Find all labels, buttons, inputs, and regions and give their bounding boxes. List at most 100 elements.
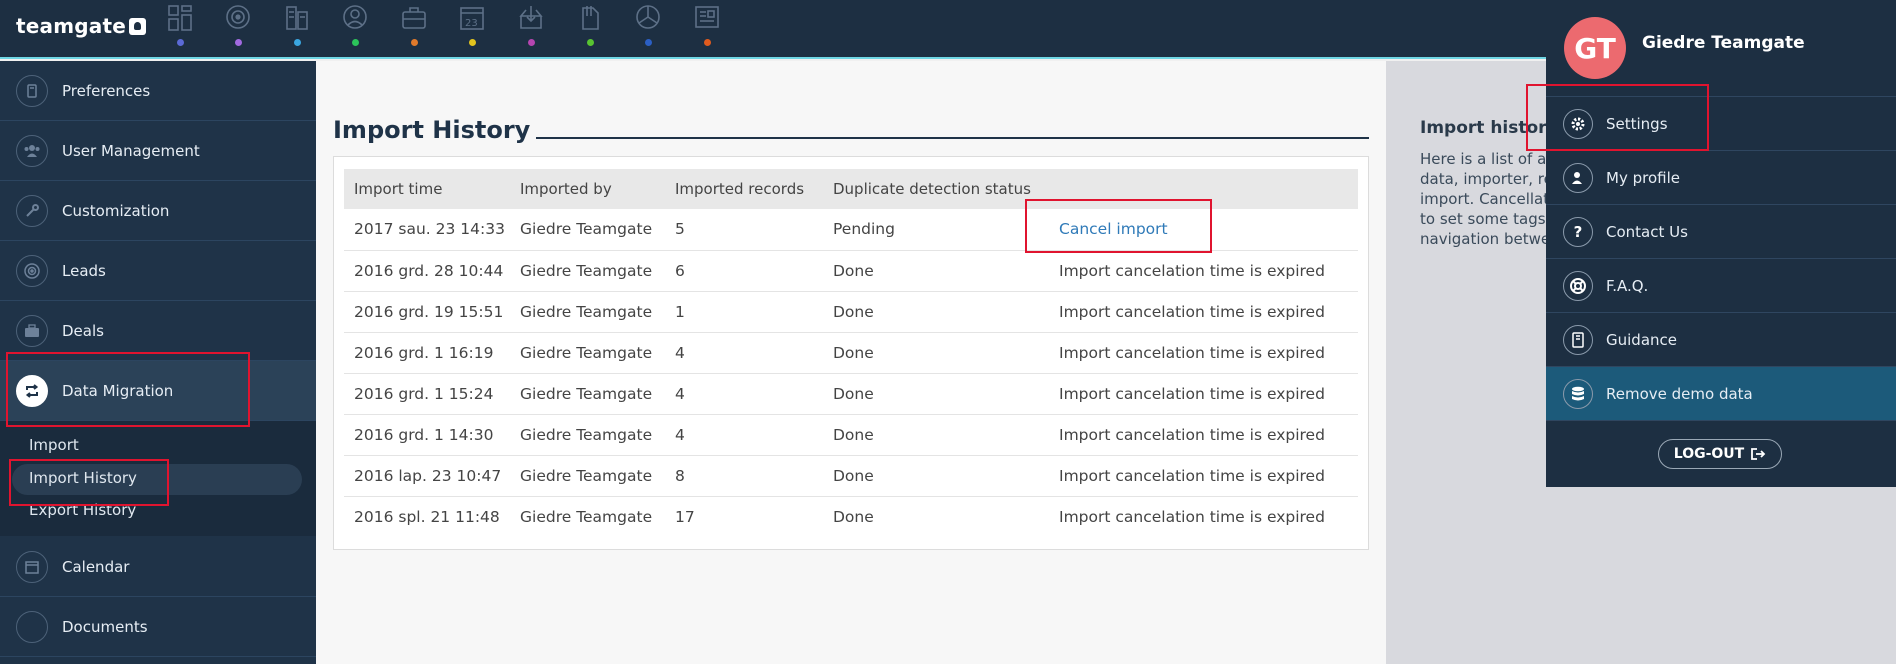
module-dot	[587, 39, 594, 46]
table-cell: Giedre Teamgate	[510, 209, 665, 251]
column-header: Imported records	[665, 169, 823, 209]
table-cell: 2016 grd. 1 14:30	[344, 414, 510, 456]
sidebar-item-label: Documents	[62, 617, 148, 636]
page-title: Import History	[333, 116, 537, 144]
table-row: 2016 grd. 28 10:44 Giedre Teamgate 6 Done Im…	[344, 250, 1358, 292]
target-icon	[16, 254, 48, 287]
sidebar-item-label: User Management	[62, 141, 200, 160]
book-icon	[1563, 324, 1593, 355]
menu-item-remove-demo-data[interactable]: Remove demo data	[1546, 366, 1896, 420]
newsfeed-icon[interactable]	[692, 4, 722, 46]
highlight-box-import-history	[9, 459, 169, 506]
companies-icon[interactable]	[282, 4, 312, 46]
table-cell: 4	[665, 373, 823, 415]
menu-item-contact-us[interactable]: ? Contact Us	[1546, 204, 1896, 258]
table-row: 2016 grd. 19 15:51 Giedre Teamgate 1 Done Im…	[344, 291, 1358, 333]
module-dot	[704, 39, 711, 46]
info-line: to set some tags t	[1420, 210, 1550, 228]
module-dot	[177, 39, 184, 46]
module-dot	[528, 39, 535, 46]
table-cell: Done	[823, 373, 1049, 415]
table-row: 2016 spl. 21 11:48 Giedre Teamgate 17 Done I…	[344, 496, 1358, 537]
import-history-card: Import time Imported by Imported records…	[333, 156, 1369, 550]
info-line: data, importer, re	[1420, 170, 1550, 188]
profile-icon	[1563, 162, 1593, 193]
main-content: Import History Import time Imported by I…	[316, 61, 1386, 664]
table-cell: 6	[665, 250, 823, 292]
table-cell: Import cancelation time is expired	[1049, 332, 1358, 374]
info-line: Here is a list of al	[1420, 150, 1550, 168]
table-cell: 4	[665, 414, 823, 456]
reports-icon[interactable]	[633, 4, 663, 46]
sidebar-item-preferences[interactable]: Preferences	[0, 61, 316, 121]
svg-text:23: 23	[465, 18, 478, 29]
sidebar-item-label: Preferences	[62, 81, 151, 100]
table-cell: Import cancelation time is expired	[1049, 250, 1358, 292]
table-cell: Done	[833, 507, 874, 526]
info-line: import. Cancellat	[1420, 190, 1550, 208]
column-header: Duplicate detection status	[823, 169, 1049, 209]
contacts-icon[interactable]	[340, 4, 370, 46]
logo-text: teamgate	[16, 14, 126, 38]
table-row: 2016 grd. 1 16:19 Giedre Teamgate 4 Done Imp…	[344, 332, 1358, 374]
table-cell: Giedre Teamgate	[510, 373, 665, 415]
user-name: Giedre Teamgate	[1642, 33, 1805, 53]
table-row: 2016 lap. 23 10:47 Giedre Teamgate 8 Done Im…	[344, 455, 1358, 497]
subnav-item-import[interactable]: Import	[29, 436, 79, 454]
sidebar-item-user-management[interactable]: User Management	[0, 121, 316, 181]
table-cell: Giedre Teamgate	[510, 291, 665, 333]
menu-item-label: Contact Us	[1606, 222, 1688, 241]
module-dot	[294, 39, 301, 46]
table-row: 2016 grd. 1 15:24 Giedre Teamgate 4 Done Imp…	[344, 373, 1358, 415]
avatar[interactable]: GT	[1564, 17, 1626, 79]
menu-item-guidance[interactable]: Guidance	[1546, 312, 1896, 366]
column-header: Imported by	[510, 169, 665, 209]
calendar-icon	[16, 550, 48, 583]
menu-item-label: Remove demo data	[1606, 384, 1753, 403]
logo-mark-icon	[129, 18, 146, 35]
menu-item-my-profile[interactable]: My profile	[1546, 150, 1896, 204]
sidebar-item-calendar[interactable]: Calendar	[0, 537, 316, 597]
briefcase-icon	[16, 314, 48, 347]
table-cell: 2016 grd. 28 10:44	[344, 250, 510, 292]
sidebar-item-leads[interactable]: Leads	[0, 241, 316, 301]
calendar-icon[interactable]: 23	[457, 4, 487, 46]
sidebar-item-customization[interactable]: Customization	[0, 181, 316, 241]
sidebar-item-label: Deals	[62, 321, 104, 340]
menu-item-label: F.A.Q.	[1606, 276, 1649, 295]
column-header: Import time	[344, 169, 510, 209]
menu-item-label: Guidance	[1606, 330, 1677, 349]
table-cell: 2016 spl. 21 11:48	[354, 507, 500, 526]
table-cell: Import cancelation time is expired	[1049, 455, 1358, 497]
documents-icon[interactable]	[575, 4, 605, 46]
menu-item-faq[interactable]: F.A.Q.	[1546, 258, 1896, 312]
module-dot	[645, 39, 652, 46]
table-cell: Pending	[823, 209, 1049, 251]
logout-button[interactable]: LOG-OUT	[1658, 439, 1782, 469]
inbox-icon[interactable]	[516, 4, 546, 46]
info-line: navigation betwe	[1420, 230, 1550, 248]
table-cell: 2016 lap. 23 10:47	[344, 455, 510, 497]
deals-icon[interactable]	[399, 4, 429, 46]
table-cell: Giedre Teamgate	[520, 507, 653, 526]
module-dot	[469, 39, 476, 46]
table-cell: 8	[665, 455, 823, 497]
highlight-box-cancel-import	[1025, 199, 1212, 253]
users-icon	[16, 134, 48, 167]
teamgate-logo[interactable]: teamgate	[16, 14, 146, 38]
table-cell: 4	[665, 332, 823, 374]
sidebar-item-documents[interactable]: Documents	[0, 597, 316, 657]
documents-icon	[16, 610, 48, 643]
table-cell: Import cancelation time is expired	[1049, 291, 1358, 333]
table-row: 2016 grd. 1 14:30 Giedre Teamgate 4 Done Imp…	[344, 414, 1358, 456]
logout-icon	[1751, 448, 1766, 460]
dashboard-icon[interactable]	[165, 4, 195, 46]
target-icon[interactable]	[223, 4, 253, 46]
question-icon: ?	[1563, 216, 1593, 247]
highlight-box-data-migration	[6, 352, 250, 427]
table-cell: Done	[823, 332, 1049, 374]
database-icon	[1563, 378, 1593, 409]
table-cell: 2017 sau. 23 14:33	[344, 209, 510, 251]
highlight-box-settings	[1526, 84, 1709, 151]
table-cell: Giedre Teamgate	[510, 414, 665, 456]
